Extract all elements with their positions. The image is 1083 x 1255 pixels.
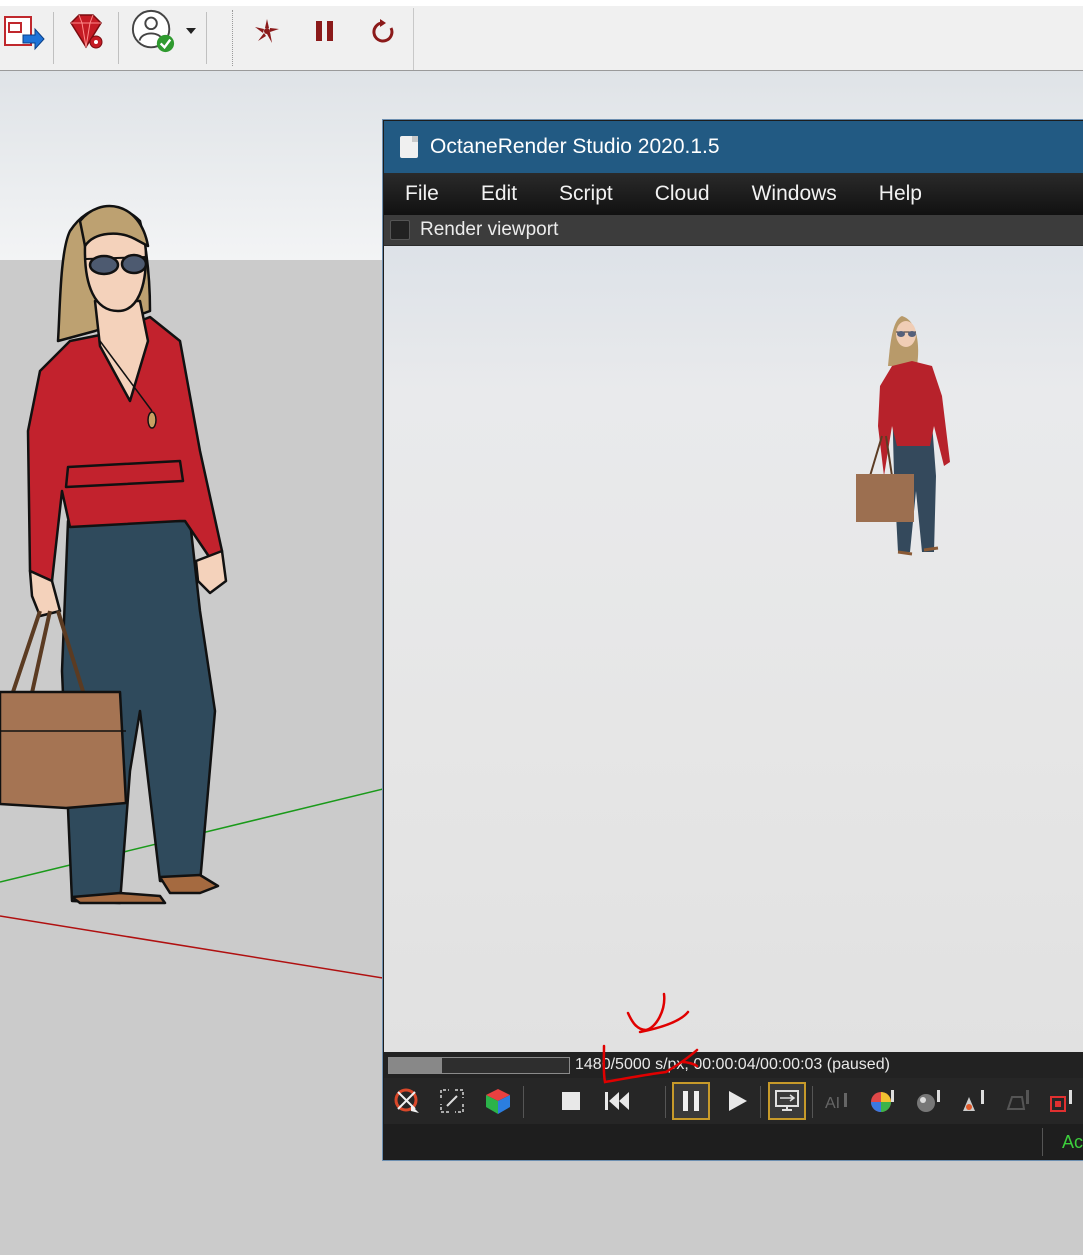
toolbar-separator [812,1086,813,1118]
render-progress-bar [388,1056,570,1074]
octane-menu-bar: File Edit Script Cloud Windows Help [384,173,1083,215]
region-render-icon[interactable] [1044,1084,1078,1118]
menu-edit[interactable]: Edit [460,182,538,206]
octane-window: OctaneRender Studio 2020.1.5 File Edit S… [383,120,1083,1160]
svg-text:AI: AI [825,1095,840,1112]
menu-windows[interactable]: Windows [731,182,858,206]
app-icon [400,136,418,158]
focus-picker-icon[interactable] [390,1084,424,1118]
menu-file[interactable]: File [384,182,460,206]
rendered-figure [856,316,950,556]
restart-icon[interactable] [360,8,406,54]
light-picker-icon[interactable] [956,1084,990,1118]
render-viewport-header: Render viewport [384,215,1083,245]
pause-render-icon[interactable] [672,1082,710,1120]
menu-cloud[interactable]: Cloud [634,182,731,206]
toolbar-top-strip [0,0,1083,6]
pause-icon[interactable] [302,8,348,54]
ruby-gem-icon[interactable] [62,8,108,54]
toolbar-grip[interactable] [232,10,235,66]
render-viewport-checkbox[interactable] [390,220,410,240]
sketchup-toolbar [0,0,1083,71]
play-icon[interactable] [720,1084,754,1118]
chevron-down-icon[interactable] [176,8,206,54]
red-axis-line [0,915,384,979]
viewport-lock-icon[interactable] [768,1082,806,1120]
render-progress-fill [389,1057,443,1073]
render-status-text: 1480/5000 s/px, 00:00:04/00:00:03 (pause… [575,1056,890,1073]
render-status-bar: 1480/5000 s/px, 00:00:04/00:00:03 (pause… [384,1052,1083,1078]
export-icon[interactable] [0,8,46,54]
toolbar-separator [413,8,414,70]
menu-help[interactable]: Help [858,182,943,206]
material-ball-icon[interactable] [911,1084,945,1118]
render-viewport-label: Render viewport [420,219,559,240]
render-viewport[interactable] [384,246,1083,1052]
account-icon[interactable] [130,8,176,54]
octane-title-bar[interactable]: OctaneRender Studio 2020.1.5 [384,121,1083,173]
object-picker-icon[interactable] [1001,1084,1035,1118]
octane-bottom-bar: Ac [384,1124,1083,1159]
color-cube-icon[interactable] [481,1084,515,1118]
color-wheel-icon[interactable] [865,1084,899,1118]
ai-denoise-icon[interactable]: AI [820,1084,854,1118]
toolbar-separator [206,12,207,64]
toolbar-separator [523,1086,524,1118]
toolbar-separator [665,1086,666,1118]
woman-figure [0,204,228,905]
toolbar-separator [118,12,119,64]
activation-status: Ac [1062,1132,1083,1152]
stop-icon[interactable] [554,1084,588,1118]
window-title: OctaneRender Studio 2020.1.5 [430,135,720,158]
restart-render-icon[interactable] [600,1084,634,1118]
octane-render-icon[interactable] [244,8,290,54]
toolbar-separator [760,1086,761,1118]
render-toolbar: AI [384,1078,1083,1124]
bottom-separator [1042,1128,1043,1156]
fit-view-icon[interactable] [435,1084,469,1118]
toolbar-separator [53,12,54,64]
menu-script[interactable]: Script [538,182,634,206]
